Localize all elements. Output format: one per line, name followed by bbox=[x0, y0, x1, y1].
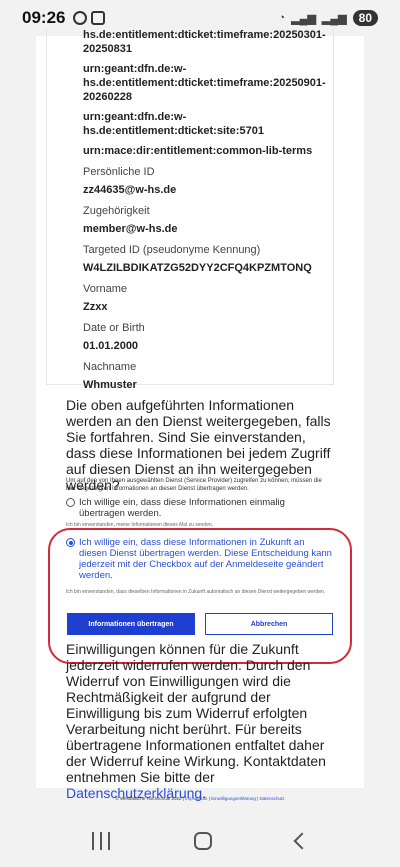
legal-text: Einwilligungen können für die Zukunft je… bbox=[66, 641, 338, 801]
attribute-value: urn:mace:dir:entitlement:common-lib-term… bbox=[83, 145, 313, 157]
back-icon[interactable] bbox=[293, 832, 311, 850]
footer-datenschutz-link[interactable]: Datenschutz bbox=[260, 796, 285, 801]
option-once-label[interactable]: Ich willige ein, dass diese Informatione… bbox=[79, 497, 326, 519]
home-icon[interactable] bbox=[194, 832, 212, 850]
submit-button[interactable]: Informationen übertragen bbox=[67, 613, 195, 635]
attribute-label: Vorname bbox=[83, 283, 128, 295]
attribute-value: hs.de:entitlement:dticket:site:5701 bbox=[83, 125, 264, 137]
option-always-hint: Ich bin einverstanden, dass dieselben In… bbox=[66, 589, 326, 595]
attribute-value: Whmuster bbox=[83, 379, 137, 391]
attribute-value: hs.de:entitlement:dticket:timeframe:2025… bbox=[83, 29, 326, 41]
screenshot-icon bbox=[91, 11, 106, 25]
status-time: 09:26 bbox=[22, 8, 66, 27]
signal-icon-2: ▂▄▆ bbox=[321, 12, 347, 25]
attribute-label: Zugehörigkeit bbox=[83, 205, 150, 217]
consent-hint: Um auf den von Ihnen ausgewählten Dienst… bbox=[66, 478, 322, 492]
attribute-label: Date or Birth bbox=[83, 322, 145, 334]
attribute-value: urn:geant:dfn.de:w- bbox=[83, 111, 187, 123]
radio-always-icon[interactable] bbox=[66, 538, 75, 547]
attribute-value: 01.01.2000 bbox=[83, 340, 139, 352]
cancel-button[interactable]: Abbrechen bbox=[205, 613, 333, 635]
footer-copyright: © Westfälische Hochschule 2022 | bbox=[115, 796, 184, 801]
android-navbar bbox=[0, 815, 400, 867]
notification-icon bbox=[73, 11, 88, 25]
wifi-icon: ◔ bbox=[278, 12, 286, 24]
recents-icon[interactable] bbox=[92, 832, 110, 850]
battery-indicator: 80 bbox=[352, 10, 378, 26]
footer-impressum-link[interactable]: Impressum bbox=[185, 796, 207, 801]
attribute-value: 20250831 bbox=[83, 43, 132, 55]
option-once[interactable]: Ich willige ein, dass diese Informatione… bbox=[66, 497, 326, 519]
attribute-value: hs.de:entitlement:dticket:timeframe:2025… bbox=[83, 77, 326, 89]
option-always[interactable]: Ich willige ein, dass diese Informatione… bbox=[66, 537, 332, 581]
signal-icon: ▂▄▆ bbox=[291, 12, 316, 25]
attribute-value: 20260228 bbox=[83, 91, 132, 103]
attribute-value: W4LZILBDIKATZG52DYY2CFQ4KPZMTONQ bbox=[83, 262, 312, 274]
footer: © Westfälische Hochschule 2022 | Impress… bbox=[36, 796, 364, 801]
attribute-value: urn:geant:dfn.de:w- bbox=[83, 63, 187, 75]
attribute-label: Nachname bbox=[83, 361, 137, 373]
legal-body: Einwilligungen können für die Zukunft je… bbox=[66, 641, 326, 785]
attribute-value: member@w-hs.de bbox=[83, 223, 178, 235]
footer-einwilligung-link[interactable]: Einwilligungserklärung bbox=[211, 796, 256, 801]
radio-once-icon[interactable] bbox=[66, 498, 75, 507]
option-always-label[interactable]: Ich willige ein, dass diese Informatione… bbox=[79, 537, 332, 581]
attribute-value: zz44635@w-hs.de bbox=[83, 184, 177, 196]
status-right: ◔ ▂▄▆ ▂▄▆ 80 bbox=[279, 10, 378, 26]
attribute-value: Zzxx bbox=[83, 301, 108, 313]
attribute-list: hs.de:entitlement:dticket:timeframe:2025… bbox=[46, 28, 334, 391]
attribute-label: Targeted ID (pseudonyme Kennung) bbox=[83, 244, 261, 256]
attribute-label: Persönliche ID bbox=[83, 166, 155, 178]
